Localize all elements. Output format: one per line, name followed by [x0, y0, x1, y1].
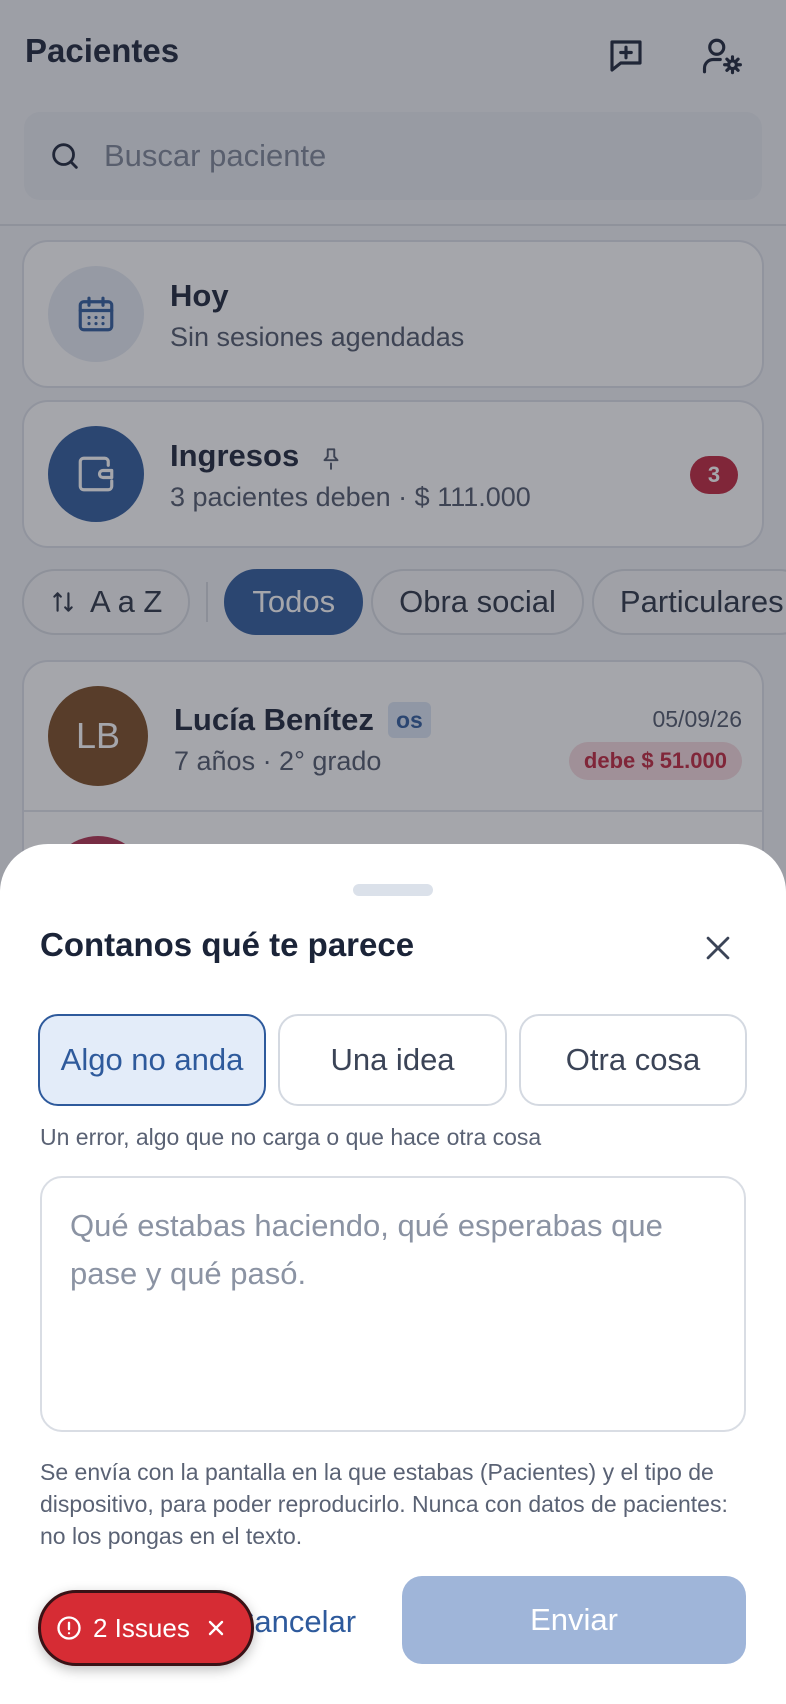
sheet-title: Contanos qué te parece — [40, 926, 415, 963]
close-icon — [706, 936, 730, 960]
alert-circle-icon — [57, 1616, 81, 1640]
option-bug[interactable]: Algo no anda — [38, 1014, 266, 1106]
issues-label: 2 Issues — [93, 1612, 190, 1643]
feedback-textarea[interactable] — [42, 1178, 744, 1430]
option-description: Un error, algo que no carga o que hace o… — [40, 1124, 542, 1150]
dismiss-issues-button[interactable] — [204, 1616, 228, 1640]
option-other[interactable]: Otra cosa — [519, 1014, 747, 1106]
sheet-drag-handle[interactable] — [353, 884, 433, 896]
close-icon — [208, 1620, 224, 1636]
feedback-textarea-wrap — [40, 1176, 746, 1432]
close-button[interactable] — [694, 924, 742, 972]
option-idea[interactable]: Una idea — [278, 1014, 507, 1106]
send-button[interactable]: Enviar — [402, 1576, 746, 1664]
privacy-note: Se envía con la pantalla en la que estab… — [40, 1459, 728, 1549]
feedback-sheet: Contanos qué te parece Algo no anda Una … — [0, 844, 786, 1704]
dev-issues-pill[interactable]: 2 Issues — [38, 1590, 254, 1666]
